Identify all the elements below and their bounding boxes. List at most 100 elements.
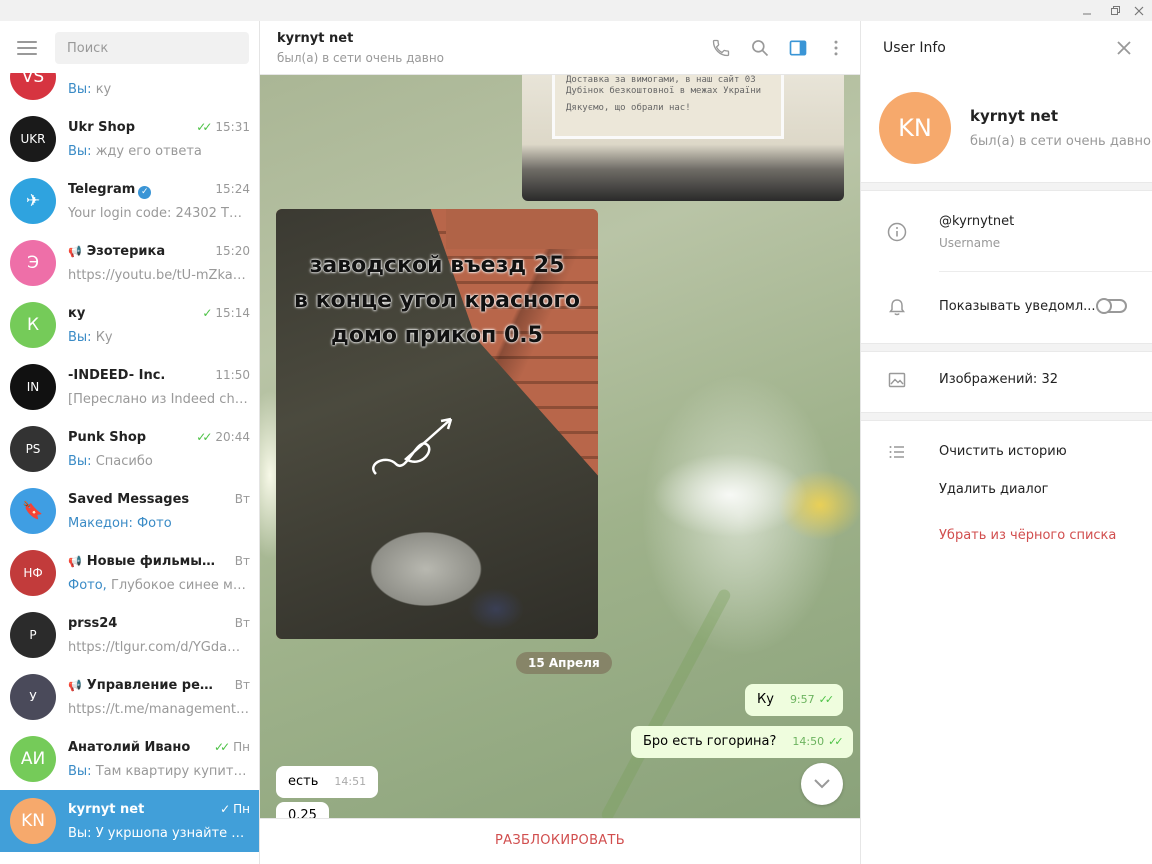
chat-time-text: 15:20 — [215, 244, 250, 258]
chat-list-panel: VSVkladeтShop✓15:41Вы: куUKRUkr Shop✓✓15… — [0, 21, 260, 864]
chat-list-item[interactable]: У 📢 Управление реальн... Вт https://t.me/man… — [0, 666, 259, 728]
unblock-button[interactable]: РАЗБЛОКИРОВАТЬ — [260, 818, 860, 864]
notifications-toggle[interactable] — [1096, 298, 1127, 314]
preview-sender: Вы: — [68, 330, 92, 345]
chat-title-text: Telegram — [68, 182, 136, 197]
chat-list-item[interactable]: KN kyrnyt net ✓ Пн Вы: У укршопа узнайте я у… — [0, 790, 259, 852]
chat-list-item[interactable]: НФ 📢 Новые фильмы он... Вт Фото, Глубокое си… — [0, 542, 259, 604]
scroll-to-bottom-button[interactable] — [801, 763, 843, 805]
preview-sender: Вы: — [68, 764, 92, 779]
photo-text-line: Дубінок безкоштовної в межах України — [566, 86, 762, 96]
chat-preview: Вы: У укршопа узнайте я у ... — [68, 826, 250, 841]
chat-time-text: Вт — [234, 616, 250, 630]
chat-title-text: Новые фильмы он... — [86, 554, 218, 569]
chat-list-item[interactable]: Э 📢 Эзотерика 15:20 https://youtu.be/tU-mZka… — [0, 232, 259, 294]
message-time: 14:50 — [792, 735, 825, 748]
avatar: ✈ — [10, 178, 56, 224]
chat-header: kyrnyt net был(а) в сети очень давно — [260, 21, 860, 75]
preview-text: жду его ответа — [91, 144, 202, 159]
chat-list-item[interactable]: Pprss24 Вт https://tlgur.com/d/YGdaQJQg — [0, 604, 259, 666]
chevron-down-icon — [814, 779, 830, 789]
search-chat-button[interactable] — [749, 37, 771, 59]
panel-title: User Info — [883, 40, 946, 56]
delete-dialog-button[interactable]: Удалить диалог — [939, 482, 1049, 497]
avatar: НФ — [10, 550, 56, 596]
close-panel-button[interactable] — [1115, 39, 1133, 57]
chat-title-text: Эзотерика — [86, 244, 166, 259]
photo-message[interactable]: Доставка за вимогами, в наш сайт 03 Дубі… — [522, 75, 844, 201]
outgoing-message[interactable]: Ку 9:57 ✓✓ — [745, 684, 844, 716]
peer-status: был(а) в сети очень давно — [277, 51, 445, 65]
username-value[interactable]: @kyrnytnet — [939, 214, 1014, 229]
image-icon — [886, 369, 908, 391]
avatar: UKR — [10, 116, 56, 162]
preview-sender: Вы: — [68, 144, 92, 159]
incoming-message[interactable]: 0.25 — [276, 802, 329, 818]
avatar: 🔖 — [10, 488, 56, 534]
preview-text: https://tlgur.com/d/YGdaQJQg — [68, 640, 250, 655]
chat-time-text: Пн — [233, 740, 250, 754]
sidebar-panel-icon — [789, 40, 807, 56]
search-input[interactable] — [55, 32, 249, 64]
left-header — [0, 21, 259, 73]
chat-list-item[interactable]: 🔖 Saved Messages Вт Македон: Фото — [0, 480, 259, 542]
divider — [861, 182, 1152, 191]
arrow-drawing-icon — [372, 417, 453, 475]
chat-title: ку — [68, 306, 218, 321]
profile-name: kyrnyt net — [970, 107, 1059, 125]
photo-message[interactable]: заводской въезд 25 в конце угол красного… — [276, 209, 598, 639]
chat-list-item[interactable]: IN -INDEED- Inc. 11:50 [Переслано из Indeed… — [0, 356, 259, 418]
close-icon — [1134, 6, 1144, 15]
chat-title-text: -INDEED- Inc. — [68, 368, 166, 383]
chat-time-text: 15:24 — [215, 182, 250, 196]
chat-list-item[interactable]: Кку ✓ 15:14 Вы: Ку — [0, 294, 259, 356]
outgoing-message[interactable]: Бро есть гогорина? 14:50 ✓✓ — [631, 726, 853, 758]
read-check-icon: ✓ — [220, 802, 231, 816]
chat-list-item[interactable]: UKR Ukr Shop ✓✓ 15:31 Вы: жду его ответа — [0, 108, 259, 170]
avatar: У — [10, 674, 56, 720]
chat-list-item[interactable]: ✈ Telegram ✓ 15:24 Your login code: 24302 Th… — [0, 170, 259, 232]
clear-history-button[interactable]: Очистить историю — [939, 444, 1067, 459]
chat-time-text: Вт — [234, 554, 250, 568]
chat-title: 📢 Эзотерика — [68, 244, 218, 259]
preview-text: Спасибо — [91, 454, 153, 469]
info-icon — [886, 221, 908, 243]
hamburger-menu-icon[interactable] — [17, 41, 37, 55]
message-time: 14:51 — [334, 775, 367, 788]
call-button[interactable] — [710, 37, 732, 59]
close-window-button[interactable] — [1126, 0, 1152, 21]
preview-text: Ку — [91, 330, 113, 345]
read-check-icon: ✓✓ — [196, 120, 212, 134]
preview-sender: Вы: — [68, 82, 92, 97]
images-count-link[interactable]: Изображений: 32 — [939, 372, 1058, 387]
avatar: АИ — [10, 736, 56, 782]
chat-time: 15:24 — [215, 182, 250, 196]
chat-preview: Фото, Глубокое синее море... — [68, 578, 250, 593]
chat-title-text: Анатолий Ивано — [68, 740, 191, 755]
chat-title: prss24 — [68, 616, 218, 631]
incoming-message[interactable]: есть 14:51 — [276, 766, 379, 798]
chat-list-item[interactable]: АИ Анатолий Ивано ✓✓ Пн Вы: Там квартиру куп… — [0, 728, 259, 790]
toggle-info-panel-button[interactable] — [787, 37, 809, 59]
restore-button[interactable] — [1102, 0, 1128, 21]
more-menu-button[interactable] — [825, 37, 847, 59]
message-time: 9:57 — [789, 693, 815, 706]
window-titlebar — [0, 0, 1152, 21]
preview-sender: Македон: Фото — [68, 516, 172, 531]
message-text: Бро есть гогорина? — [643, 734, 777, 749]
preview-sender: Вы: — [68, 454, 92, 469]
chat-area: kyrnyt net был(а) в сети очень давно Дос… — [260, 21, 860, 864]
chat-time-text: 11:50 — [215, 368, 250, 382]
chat-list-item[interactable]: PS Punk Shop ✓✓ 20:44 Вы: Спасибо — [0, 418, 259, 480]
peer-name[interactable]: kyrnyt net — [277, 31, 353, 46]
chat-title-text: Ukr Shop — [68, 120, 135, 135]
chat-title: 📢 Новые фильмы он... — [68, 554, 218, 569]
remove-from-blacklist-button[interactable]: Убрать из чёрного списка — [939, 528, 1116, 543]
message-text: Ку — [757, 692, 774, 707]
search-icon — [752, 40, 769, 57]
minimize-button[interactable] — [1074, 0, 1100, 21]
avatar[interactable]: KN — [879, 92, 951, 164]
chat-title-text: kyrnyt net — [68, 802, 145, 817]
chat-preview: Вы: Ку — [68, 330, 250, 345]
preview-text: [Переслано из Indeed chann... — [68, 392, 250, 407]
